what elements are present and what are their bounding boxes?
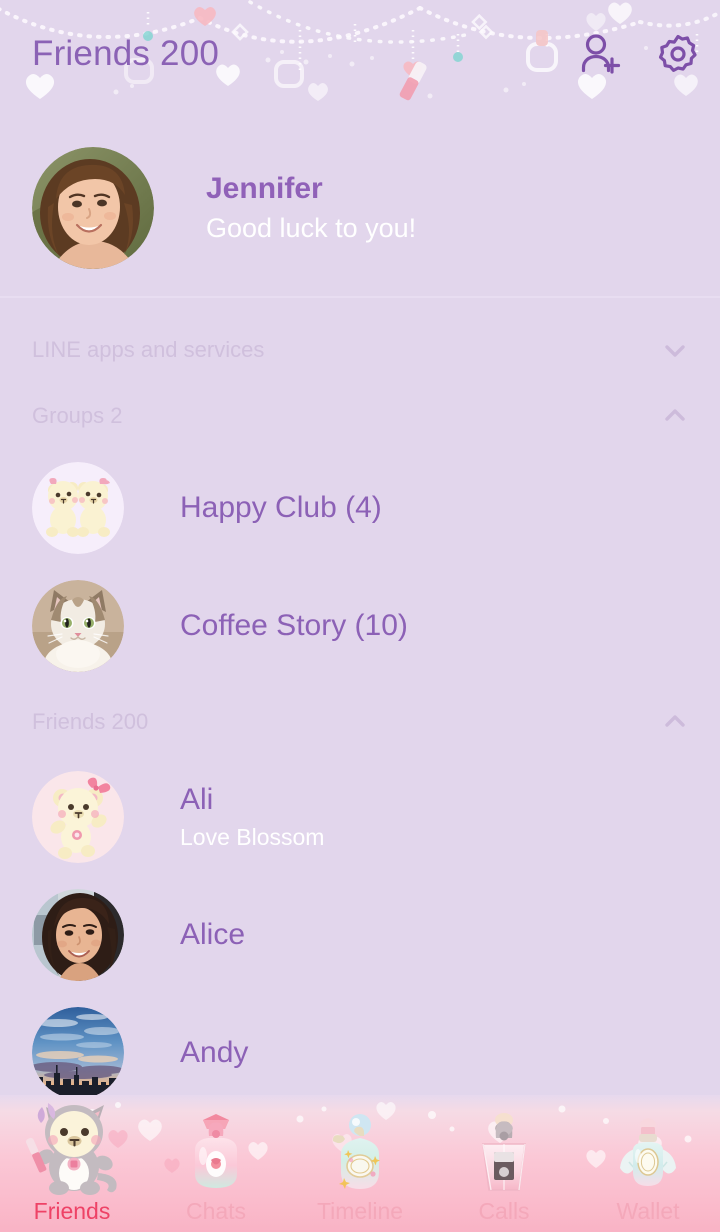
avatar[interactable] (32, 580, 124, 672)
woman-photo-avatar (32, 889, 124, 981)
mint-perfume-bottle-icon (317, 1112, 403, 1196)
gear-icon[interactable] (654, 30, 702, 78)
bear-in-cat-costume-icon (12, 1095, 132, 1196)
bottom-navigation-bar: Friends Chats Timeline Calls Wallet (0, 1095, 720, 1232)
section-label: Groups 2 (32, 403, 123, 428)
nav-label: Wallet (616, 1198, 680, 1225)
avatar[interactable] (32, 147, 154, 269)
avatar[interactable] (32, 462, 124, 554)
line-friends-screen: Friends 200 Jennifer Good luck to you! L… (0, 0, 720, 1232)
nav-label: Friends (33, 1198, 111, 1225)
friend-row-alice[interactable]: Alice (0, 876, 720, 994)
profile-text: Jennifer Good luck to you! (206, 170, 416, 247)
avatar[interactable] (32, 1007, 124, 1099)
shell-perfume-bottle-icon (605, 1112, 691, 1196)
woman-photo-avatar (32, 147, 154, 269)
group-name: Coffee Story (10) (180, 609, 408, 642)
sunset-skyline-avatar (32, 1007, 124, 1099)
nav-item-friends[interactable]: Friends (0, 1095, 144, 1232)
page-title: Friends 200 (32, 34, 220, 73)
avatar[interactable] (32, 771, 124, 863)
nav-label: Chats (185, 1198, 247, 1225)
diamond-perfume-bottle-icon (461, 1112, 547, 1196)
my-profile-row[interactable]: Jennifer Good luck to you! (0, 132, 720, 284)
nav-label: Calls (478, 1198, 530, 1225)
group-text: Happy Club (4) (180, 490, 382, 526)
nav-item-wallet[interactable]: Wallet (576, 1095, 720, 1232)
nav-item-chats[interactable]: Chats (144, 1095, 288, 1232)
friend-text: Ali Love Blossom (180, 782, 324, 852)
friend-status-message: Love Blossom (180, 824, 325, 851)
friend-text: Andy (180, 1035, 248, 1071)
profile-status-message: Good luck to you! (206, 213, 417, 244)
friend-row-ali[interactable]: Ali Love Blossom (0, 758, 720, 876)
nav-item-timeline[interactable]: Timeline (288, 1095, 432, 1232)
section-header-line-apps[interactable]: LINE apps and services (0, 322, 720, 378)
cat-photo-avatar (32, 580, 124, 672)
friend-text: Alice (180, 917, 245, 953)
nav-item-calls[interactable]: Calls (432, 1095, 576, 1232)
group-row-happy-club[interactable]: Happy Club (4) (0, 449, 720, 567)
group-text: Coffee Story (10) (180, 608, 408, 644)
section-header-groups[interactable]: Groups 2 (0, 388, 720, 444)
friend-name: Andy (180, 1036, 249, 1069)
avatar[interactable] (32, 889, 124, 981)
chevron-up-icon[interactable] (658, 399, 692, 433)
app-header: Friends 200 (0, 0, 720, 110)
section-divider (0, 296, 720, 298)
nav-label: Timeline (316, 1198, 404, 1225)
chevron-up-icon[interactable] (658, 705, 692, 739)
friend-name: Alice (180, 918, 246, 951)
section-header-friends[interactable]: Friends 200 (0, 694, 720, 750)
two-bears-avatar (32, 462, 124, 554)
profile-name: Jennifer (206, 171, 323, 205)
pink-perfume-bottle-icon (173, 1112, 259, 1196)
header-actions (576, 30, 702, 78)
chevron-down-icon[interactable] (658, 333, 692, 367)
bear-avatar (32, 771, 124, 863)
group-row-coffee-story[interactable]: Coffee Story (10) (0, 567, 720, 685)
add-person-icon[interactable] (576, 30, 624, 78)
friend-name: Ali (180, 783, 214, 817)
group-name: Happy Club (4) (180, 491, 382, 524)
section-label: Friends 200 (32, 709, 149, 734)
section-label: LINE apps and services (32, 337, 265, 362)
